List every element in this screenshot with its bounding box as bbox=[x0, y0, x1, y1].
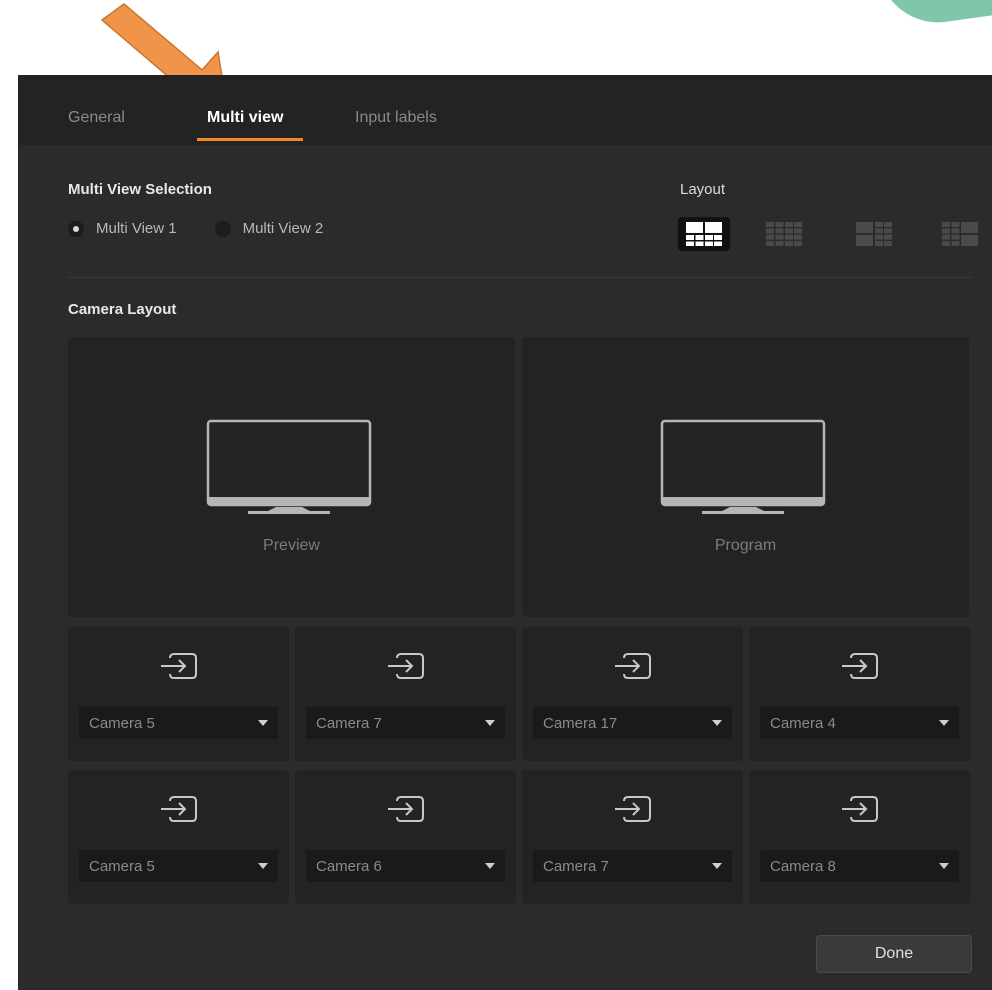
camera-tile[interactable]: Camera 6 bbox=[295, 770, 516, 904]
input-icon bbox=[842, 653, 878, 679]
camera-select-value: Camera 4 bbox=[770, 715, 836, 732]
radio-multi-view-2[interactable]: Multi View 2 bbox=[214, 220, 324, 237]
camera-layout-title: Camera Layout bbox=[68, 301, 177, 318]
done-button[interactable]: Done bbox=[816, 935, 972, 973]
input-icon bbox=[615, 653, 651, 679]
camera-tile[interactable]: Camera 5 bbox=[68, 770, 289, 904]
camera-select[interactable]: Camera 17 bbox=[533, 707, 732, 739]
camera-select-value: Camera 5 bbox=[89, 858, 155, 875]
input-icon bbox=[388, 796, 424, 822]
camera-tile[interactable]: Camera 5 bbox=[68, 627, 289, 761]
layout-2-large-8-small-icon[interactable] bbox=[678, 217, 730, 251]
camera-select[interactable]: Camera 6 bbox=[306, 850, 505, 882]
camera-tile[interactable]: Camera 17 bbox=[522, 627, 743, 761]
camera-select-value: Camera 7 bbox=[543, 858, 609, 875]
camera-select[interactable]: Camera 5 bbox=[79, 850, 278, 882]
program-label: Program bbox=[714, 537, 777, 554]
camera-tile[interactable]: Camera 7 bbox=[522, 770, 743, 904]
section-divider bbox=[68, 277, 972, 278]
dropdown-caret-icon bbox=[485, 863, 495, 869]
tab-bar: General Multi view Input labels bbox=[18, 75, 992, 145]
layout-large-right-icon[interactable] bbox=[934, 217, 986, 251]
tab-general[interactable]: General bbox=[68, 109, 125, 127]
camera-tile[interactable]: Camera 8 bbox=[749, 770, 970, 904]
input-icon bbox=[842, 796, 878, 822]
camera-select-value: Camera 7 bbox=[316, 715, 382, 732]
tab-input-labels[interactable]: Input labels bbox=[355, 109, 437, 127]
dropdown-caret-icon bbox=[712, 720, 722, 726]
multi-view-selection-title: Multi View Selection bbox=[68, 181, 212, 198]
active-tab-indicator bbox=[197, 138, 303, 141]
input-icon bbox=[161, 796, 197, 822]
layout-large-left-icon[interactable] bbox=[848, 217, 900, 251]
radio-multi-view-1[interactable]: Multi View 1 bbox=[68, 220, 177, 237]
layout-options bbox=[678, 217, 978, 253]
tab-multi-view[interactable]: Multi view bbox=[207, 109, 283, 127]
radio-unselected-icon bbox=[214, 220, 231, 237]
preview-tile[interactable]: Preview bbox=[68, 337, 515, 617]
camera-select-value: Camera 5 bbox=[89, 715, 155, 732]
camera-select[interactable]: Camera 7 bbox=[306, 707, 505, 739]
multiview-settings-dialog: General Multi view Input labels Multi Vi… bbox=[18, 75, 992, 990]
multi-view-radio-group: Multi View 1 Multi View 2 bbox=[68, 220, 361, 237]
monitor-icon bbox=[206, 419, 372, 514]
camera-tile[interactable]: Camera 4 bbox=[749, 627, 970, 761]
input-icon bbox=[388, 653, 424, 679]
camera-select-value: Camera 17 bbox=[543, 715, 618, 732]
input-icon bbox=[615, 796, 651, 822]
camera-tile[interactable]: Camera 7 bbox=[295, 627, 516, 761]
radio-label: Multi View 2 bbox=[242, 220, 324, 237]
monitor-icon bbox=[660, 419, 826, 514]
preview-label: Preview bbox=[263, 537, 320, 554]
camera-select-value: Camera 8 bbox=[770, 858, 836, 875]
dropdown-caret-icon bbox=[258, 863, 268, 869]
radio-selected-icon bbox=[68, 220, 84, 237]
layout-title: Layout bbox=[680, 181, 726, 198]
dropdown-caret-icon bbox=[712, 863, 722, 869]
program-tile[interactable]: Program bbox=[522, 337, 969, 617]
dropdown-caret-icon bbox=[258, 720, 268, 726]
dropdown-caret-icon bbox=[485, 720, 495, 726]
camera-select[interactable]: Camera 5 bbox=[79, 707, 278, 739]
radio-label: Multi View 1 bbox=[96, 220, 177, 237]
camera-select[interactable]: Camera 7 bbox=[533, 850, 732, 882]
camera-select[interactable]: Camera 8 bbox=[760, 850, 959, 882]
camera-select[interactable]: Camera 4 bbox=[760, 707, 959, 739]
dropdown-caret-icon bbox=[939, 720, 949, 726]
input-icon bbox=[161, 653, 197, 679]
dropdown-caret-icon bbox=[939, 863, 949, 869]
camera-select-value: Camera 6 bbox=[316, 858, 382, 875]
decorative-corner bbox=[878, 0, 992, 31]
layout-16-grid-icon[interactable] bbox=[758, 217, 810, 251]
